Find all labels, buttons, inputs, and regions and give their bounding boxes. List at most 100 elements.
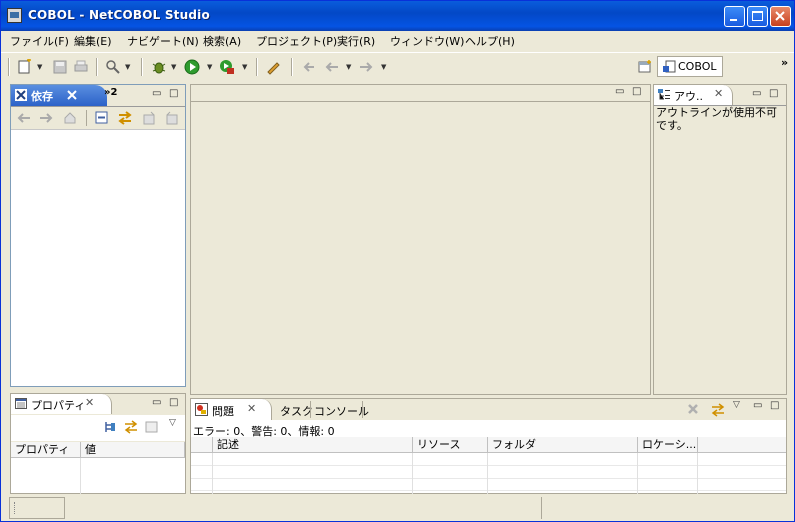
- properties-view: プロパティ ✕ ▭ □ ▽ プロパティ 値: [10, 393, 186, 494]
- external-tools-icon[interactable]: [219, 59, 235, 75]
- problems-content: エラー: 0、警告: 0、情報: 0 記述 リソース フォルダ ロケーシ...: [191, 420, 786, 494]
- close-tab-icon[interactable]: ✕: [714, 87, 723, 100]
- tab-properties[interactable]: プロパティ ✕: [11, 394, 112, 414]
- external-tools-dropdown-icon[interactable]: ▼: [242, 63, 247, 71]
- filter-advanced-icon[interactable]: [123, 420, 139, 434]
- search-dropdown-icon[interactable]: ▼: [125, 63, 130, 71]
- forward-dropdown-icon: ▼: [381, 63, 387, 71]
- editor-area[interactable]: ▭ □: [190, 84, 651, 395]
- menu-navigate[interactable]: ナビゲート(N): [127, 33, 199, 49]
- open-perspective-icon[interactable]: [637, 59, 653, 75]
- tab-tasks[interactable]: タスク: [280, 403, 313, 419]
- app-window: COBOL - NetCOBOL Studio ファイル(F) 編集(E) ナビ…: [0, 0, 795, 522]
- minimize-view-icon[interactable]: ▭: [752, 88, 761, 99]
- problems-icon: [195, 403, 208, 416]
- maximize-button[interactable]: [747, 6, 768, 27]
- app-icon: [7, 8, 22, 23]
- minimize-view-icon[interactable]: ▭: [152, 88, 161, 99]
- minimize-button[interactable]: [724, 6, 745, 27]
- menu-search[interactable]: 検索(A): [203, 33, 241, 49]
- column-header-folder[interactable]: フォルダ: [488, 437, 638, 453]
- maximize-view-icon[interactable]: □: [169, 397, 178, 408]
- tab-problems[interactable]: 問題 ✕: [191, 399, 272, 420]
- column-header-filler: [698, 437, 786, 453]
- pencil-icon[interactable]: [265, 59, 281, 75]
- minimize-view-icon[interactable]: ▭: [152, 397, 161, 408]
- forward-icon: [360, 62, 373, 72]
- cobol-perspective-icon: [663, 60, 676, 73]
- perspective-cobol-button[interactable]: COBOL: [657, 56, 723, 77]
- debug-dropdown-icon[interactable]: ▼: [171, 63, 176, 71]
- show-callers-icon: [143, 111, 155, 125]
- column-header-value[interactable]: 値: [81, 442, 185, 458]
- dependency-tabbar: 依存 »2 ▭ □: [11, 85, 185, 107]
- view-menu-icon[interactable]: ▽: [169, 418, 176, 428]
- close-tab-icon[interactable]: ✕: [85, 396, 94, 409]
- print-icon: [74, 60, 88, 72]
- menu-run[interactable]: 実行(R): [337, 33, 375, 49]
- tab-console[interactable]: コンソール: [314, 403, 369, 419]
- problems-view: 問題 ✕ タスク コンソール ▽ ▭ □ エラー: 0、警告: 0、情報: 0 …: [190, 398, 787, 494]
- run-icon[interactable]: [184, 59, 200, 75]
- minimize-editor-icon[interactable]: ▭: [615, 86, 624, 97]
- toolbar-overflow[interactable]: »: [781, 56, 788, 69]
- column-header-location[interactable]: ロケーシ...: [638, 437, 698, 453]
- maximize-view-icon[interactable]: □: [169, 88, 178, 99]
- properties-toolbar: ▽: [11, 415, 185, 441]
- run-dropdown-icon[interactable]: ▼: [207, 63, 212, 71]
- menu-file[interactable]: ファイル(F): [10, 33, 69, 49]
- categories-icon[interactable]: [103, 420, 117, 434]
- minimize-view-icon[interactable]: ▭: [753, 400, 762, 411]
- properties-tabbar: プロパティ ✕ ▭ □: [11, 394, 185, 414]
- menu-edit[interactable]: 編集(E): [74, 33, 112, 49]
- tab-outline[interactable]: アウ.. ✕: [654, 85, 733, 105]
- menu-window[interactable]: ウィンドウ(W): [390, 33, 464, 49]
- column-header-icon: [191, 437, 213, 453]
- delete-icon: [688, 404, 698, 414]
- outline-icon: [658, 89, 670, 100]
- save-icon: [53, 60, 67, 74]
- outline-message: アウトラインが使用不可です。: [656, 106, 777, 132]
- last-edit-icon: [303, 62, 314, 72]
- outline-view: アウ.. ✕ ▭ □ アウトラインが使用不可です。: [653, 84, 787, 395]
- dependency-view: 依存 »2 ▭ □: [10, 84, 186, 387]
- column-header-description[interactable]: 記述: [213, 437, 413, 453]
- fast-view-bar[interactable]: [9, 497, 65, 519]
- filter-icon[interactable]: [710, 402, 726, 418]
- minimize-icon: [730, 19, 737, 21]
- title-bar[interactable]: COBOL - NetCOBOL Studio: [1, 1, 794, 31]
- close-window-button[interactable]: [770, 6, 791, 27]
- close-tab-icon[interactable]: ✕: [247, 402, 256, 415]
- forward-icon: [40, 113, 53, 123]
- menu-bar: ファイル(F) 編集(E) ナビゲート(N) 検索(A) プロジェクト(P) 実…: [1, 31, 794, 50]
- maximize-editor-icon[interactable]: □: [632, 86, 641, 97]
- close-icon: [775, 11, 785, 21]
- debug-icon[interactable]: [151, 59, 167, 75]
- home-icon: [64, 112, 76, 124]
- outline-tabbar: アウ.. ✕ ▭ □: [654, 85, 786, 106]
- maximize-icon: [752, 11, 763, 21]
- tab-dependency[interactable]: 依存: [11, 85, 107, 106]
- collapse-all-icon[interactable]: [95, 111, 109, 125]
- link-editor-icon[interactable]: [117, 110, 133, 126]
- menu-project[interactable]: プロジェクト(P): [256, 33, 337, 49]
- column-header-property[interactable]: プロパティ: [11, 442, 81, 458]
- window-title: COBOL - NetCOBOL Studio: [28, 8, 210, 22]
- editor-tabbar: ▭ □: [191, 85, 650, 102]
- column-header-resource[interactable]: リソース: [413, 437, 488, 453]
- status-bar: [1, 495, 794, 521]
- hidden-tabs-indicator[interactable]: »2: [104, 87, 117, 98]
- close-tab-icon[interactable]: [67, 90, 77, 100]
- menu-help[interactable]: ヘルプ(H): [465, 33, 515, 49]
- search-references-icon[interactable]: [105, 59, 121, 75]
- back-dropdown-icon: ▼: [346, 63, 352, 71]
- maximize-view-icon[interactable]: □: [770, 400, 779, 411]
- dependency-icon: [15, 89, 27, 101]
- view-menu-icon[interactable]: ▽: [733, 400, 740, 410]
- new-dropdown-icon[interactable]: ▼: [37, 63, 42, 71]
- properties-icon: [15, 398, 27, 409]
- back-icon: [325, 62, 338, 72]
- new-icon[interactable]: [17, 59, 33, 75]
- dependency-toolbar: [11, 107, 185, 130]
- maximize-view-icon[interactable]: □: [769, 88, 778, 99]
